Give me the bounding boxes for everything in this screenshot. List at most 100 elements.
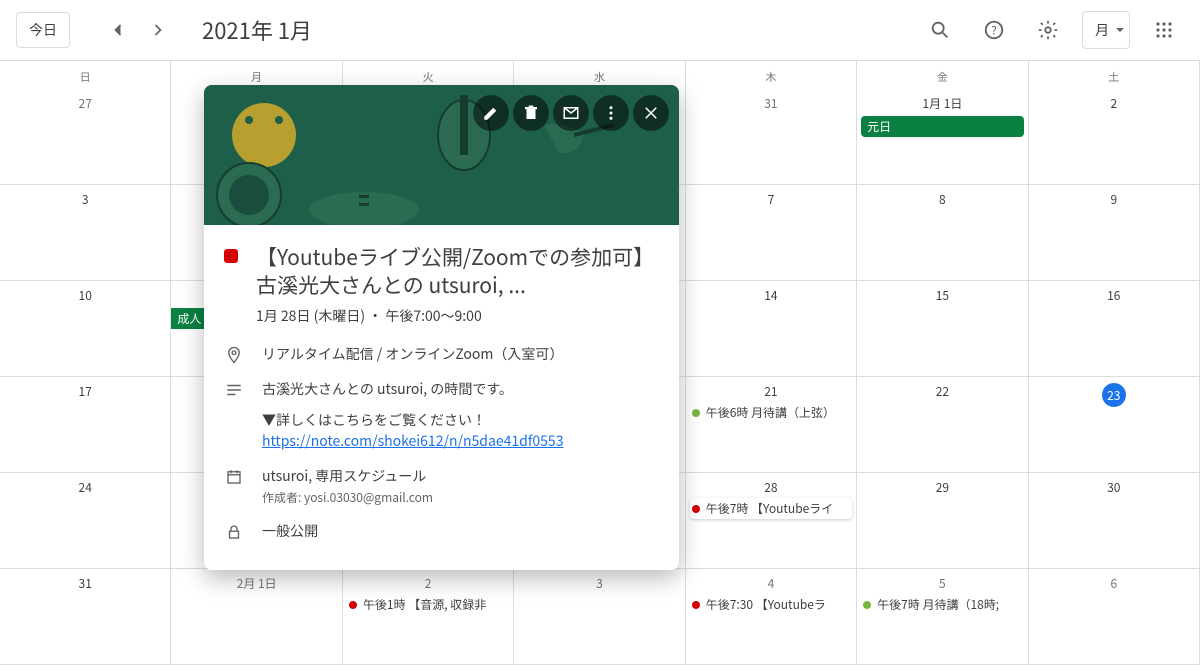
day-number: 2月 1日 bbox=[175, 571, 337, 594]
day-cell[interactable]: 22 bbox=[857, 377, 1028, 473]
today-button[interactable]: 今日 bbox=[16, 12, 70, 48]
view-selector[interactable]: 月 bbox=[1082, 11, 1130, 49]
day-cell[interactable]: 23 bbox=[1029, 377, 1200, 473]
event-popup: 【Youtubeライブ公開/Zoomでの参加可】古溪光大さんとの utsuroi… bbox=[204, 85, 679, 570]
day-number: 22 bbox=[861, 379, 1023, 402]
popup-header bbox=[204, 85, 679, 225]
day-number: 6 bbox=[1033, 571, 1195, 594]
event-item[interactable]: 午後7:30 【Youtubeラ bbox=[690, 594, 852, 615]
day-cell[interactable]: 7 bbox=[686, 185, 857, 281]
edit-button[interactable] bbox=[473, 95, 509, 131]
svg-text:?: ? bbox=[991, 22, 997, 39]
day-cell[interactable]: 27 bbox=[0, 89, 171, 185]
popup-body: 【Youtubeライブ公開/Zoomでの参加可】古溪光大さんとの utsuroi… bbox=[204, 225, 679, 570]
desc-link[interactable]: https://note.com/shokei612/n/n5dae41df05… bbox=[262, 431, 563, 451]
day-cell[interactable]: 30 bbox=[1029, 473, 1200, 569]
event-dot bbox=[692, 601, 700, 609]
day-cell[interactable]: 15 bbox=[857, 281, 1028, 377]
day-number: 7 bbox=[690, 187, 852, 210]
day-number: 16 bbox=[1033, 283, 1195, 306]
popup-actions bbox=[473, 95, 669, 131]
calendar-icon bbox=[224, 466, 244, 486]
day-number: 8 bbox=[861, 187, 1023, 210]
day-cell[interactable]: 28 午後7時 【Youtubeライ bbox=[686, 473, 857, 569]
day-number: 24 bbox=[4, 475, 166, 498]
event-item[interactable]: 午後7時 【Youtubeライ bbox=[690, 498, 852, 519]
day-number: 14 bbox=[690, 283, 852, 306]
event-item[interactable]: 午後6時 月待講（上弦） bbox=[690, 402, 852, 423]
chevron-right-icon bbox=[148, 20, 168, 40]
day-cell[interactable]: 2午後1時 【音源, 収録非 bbox=[343, 569, 514, 665]
location-icon bbox=[224, 344, 244, 364]
day-cell[interactable]: 2月 1日 bbox=[171, 569, 342, 665]
view-label: 月 bbox=[1095, 20, 1109, 40]
day-cell[interactable]: 8 bbox=[857, 185, 1028, 281]
visibility-label: 一般公開 bbox=[262, 521, 659, 542]
event-dot bbox=[692, 505, 700, 513]
search-button[interactable] bbox=[920, 10, 960, 50]
day-cell[interactable]: 3 bbox=[0, 185, 171, 281]
search-icon bbox=[929, 19, 951, 41]
day-number: 17 bbox=[4, 379, 166, 402]
apps-grid-icon bbox=[1155, 21, 1173, 39]
day-number: 15 bbox=[861, 283, 1023, 306]
delete-button[interactable] bbox=[513, 95, 549, 131]
day-cell[interactable]: 2 bbox=[1029, 89, 1200, 185]
apps-button[interactable] bbox=[1144, 10, 1184, 50]
event-label: 午後7時 【Youtubeライ bbox=[706, 500, 834, 517]
day-number: 31 bbox=[4, 571, 166, 594]
nav-arrows bbox=[102, 14, 174, 46]
day-cell[interactable]: 31 bbox=[686, 89, 857, 185]
day-cell[interactable]: 21午後6時 月待講（上弦） bbox=[686, 377, 857, 473]
day-cell[interactable]: 17 bbox=[0, 377, 171, 473]
more-vert-icon bbox=[602, 104, 620, 122]
day-number: 3 bbox=[4, 187, 166, 210]
more-button[interactable] bbox=[593, 95, 629, 131]
help-button[interactable]: ? bbox=[974, 10, 1014, 50]
event-label: 午後7:30 【Youtubeラ bbox=[706, 596, 826, 613]
event-dot bbox=[692, 409, 700, 417]
creator-label: 作成者: yosi.03030@gmail.com bbox=[262, 489, 659, 507]
day-cell[interactable]: 5午後7時 月待講（18時; bbox=[857, 569, 1028, 665]
weekday-header: 土 bbox=[1029, 61, 1200, 89]
day-cell[interactable]: 31 bbox=[0, 569, 171, 665]
close-icon bbox=[642, 104, 660, 122]
lock-icon bbox=[224, 521, 244, 541]
header-actions: ? 月 bbox=[920, 10, 1184, 50]
event-title: 【Youtubeライブ公開/Zoomでの参加可】古溪光大さんとの utsuroi… bbox=[256, 243, 659, 300]
day-cell[interactable]: 14 bbox=[686, 281, 857, 377]
prev-button[interactable] bbox=[102, 14, 134, 46]
close-button[interactable] bbox=[633, 95, 669, 131]
day-cell[interactable]: 24 bbox=[0, 473, 171, 569]
day-number: 4 bbox=[690, 571, 852, 594]
day-cell[interactable]: 9 bbox=[1029, 185, 1200, 281]
day-cell[interactable]: 4 午後7:30 【Youtubeラ bbox=[686, 569, 857, 665]
email-button[interactable] bbox=[553, 95, 589, 131]
day-number: 31 bbox=[690, 91, 852, 114]
calendar-name: utsuroi, 専用スケジュール bbox=[262, 466, 659, 487]
day-number: 9 bbox=[1033, 187, 1195, 210]
day-cell[interactable]: 10 bbox=[0, 281, 171, 377]
event-location: リアルタイム配信 / オンラインZoom（入室可） bbox=[262, 344, 659, 365]
day-number: 28 bbox=[690, 475, 852, 498]
day-cell[interactable]: 3 bbox=[514, 569, 685, 665]
desc-line: 古溪光大さんとの utsuroi, の時間です。 bbox=[262, 379, 659, 400]
event-label: 午後1時 【音源, 収録非 bbox=[363, 596, 486, 613]
event-color-indicator bbox=[224, 249, 238, 263]
settings-button[interactable] bbox=[1028, 10, 1068, 50]
event-dot bbox=[349, 601, 357, 609]
weekday-header: 木 bbox=[686, 61, 857, 89]
next-button[interactable] bbox=[142, 14, 174, 46]
day-number: 27 bbox=[4, 91, 166, 114]
day-cell[interactable]: 6 bbox=[1029, 569, 1200, 665]
event-pill[interactable]: 元日 bbox=[861, 116, 1023, 137]
day-number: 2 bbox=[1033, 91, 1195, 114]
day-number: 5 bbox=[861, 571, 1023, 594]
chevron-left-icon bbox=[108, 20, 128, 40]
day-cell[interactable]: 29 bbox=[857, 473, 1028, 569]
event-label: 午後6時 月待講（上弦） bbox=[706, 404, 835, 421]
event-item[interactable]: 午後1時 【音源, 収録非 bbox=[347, 594, 509, 615]
day-cell[interactable]: 16 bbox=[1029, 281, 1200, 377]
event-item[interactable]: 午後7時 月待講（18時; bbox=[861, 594, 1023, 615]
day-cell[interactable]: 1月 1日元日 bbox=[857, 89, 1028, 185]
